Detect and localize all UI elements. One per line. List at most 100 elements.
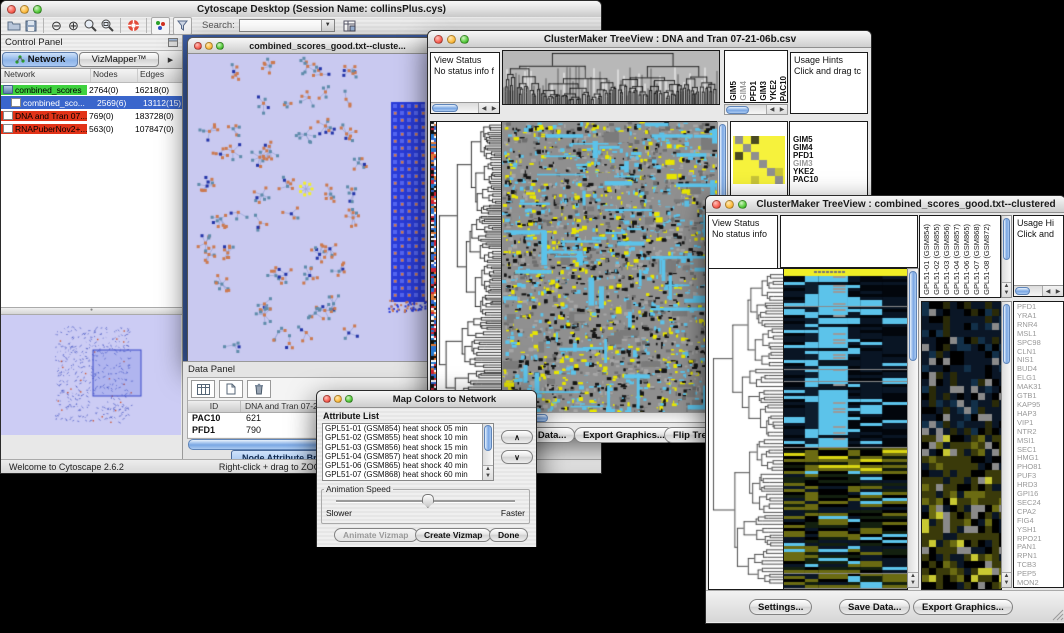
animation-speed-slider[interactable]: [336, 494, 515, 508]
tv2-hints-hscrollbar[interactable]: ◀▶: [1014, 285, 1063, 296]
tv2-column-label: GPL51-03 (GSM856): [942, 224, 951, 295]
tv1-gene-label: PAC10: [793, 176, 867, 184]
table-report-icon[interactable]: [341, 18, 358, 34]
zoom-selected-icon[interactable]: [82, 18, 99, 34]
float-panel-icon[interactable]: [168, 34, 178, 52]
toolbar-separator: [43, 18, 44, 33]
open-file-icon[interactable]: [5, 18, 22, 34]
treeview2-titlebar[interactable]: ClusterMaker TreeView : combined_scores_…: [706, 196, 1064, 213]
tv2-row-dendrogram[interactable]: [708, 268, 785, 590]
move-up-button[interactable]: ∧: [501, 430, 533, 444]
close-button[interactable]: [434, 35, 443, 44]
attribute-list-item[interactable]: GPL51-03 (GSM856) heat shock 15 min: [323, 443, 482, 452]
network-tree-row[interactable]: combined_sco... 2569(6) 13112(15): [1, 96, 182, 109]
resize-grip-icon[interactable]: [1052, 609, 1064, 621]
network-canvas[interactable]: [188, 54, 429, 361]
network-tree-row[interactable]: DNA and Tran 07... 769(0) 183728(0): [1, 109, 182, 122]
birdseye-view[interactable]: [1, 315, 181, 435]
panel-splitter[interactable]: ●: [1, 308, 182, 315]
vizmap-icon[interactable]: [151, 17, 170, 35]
attribute-list-item[interactable]: GPL51-02 (GSM855) heat shock 10 min: [323, 433, 482, 442]
filter-icon[interactable]: [173, 17, 192, 35]
zoom-in-icon[interactable]: ⊕: [65, 18, 82, 34]
tv1-column-label: PFD1: [749, 81, 758, 101]
zoom-button[interactable]: [216, 42, 224, 50]
tv1-labels-hscrollbar[interactable]: ◀▶: [724, 104, 788, 115]
network-view-window: combined_scores_good.txt--cluste...: [187, 37, 432, 363]
dialog-titlebar[interactable]: Map Colors to Network: [317, 391, 536, 408]
minimize-button[interactable]: [20, 5, 29, 14]
tv2-gene-label[interactable]: MON2: [1017, 579, 1063, 588]
attribute-list-item[interactable]: GPL51-04 (GSM857) heat shock 20 min: [323, 452, 482, 461]
move-down-button[interactable]: ∨: [501, 450, 533, 464]
tv1-column-label: YKE2: [769, 80, 778, 101]
minimize-button[interactable]: [725, 200, 734, 209]
select-attributes-icon[interactable]: [191, 380, 215, 398]
network-table-header: Network Nodes Edges: [1, 69, 182, 83]
tv1-export-graphics-button[interactable]: Export Graphics...: [574, 427, 674, 443]
delete-attribute-trash-icon[interactable]: [247, 380, 271, 398]
tv2-save-data-button[interactable]: Save Data...: [839, 599, 910, 615]
tv2-zoom-vscrollbar[interactable]: ▲▼: [1001, 301, 1012, 588]
new-attribute-icon[interactable]: [219, 380, 243, 398]
tv2-column-label: GPL51-08 (GSM872): [982, 224, 991, 295]
minimize-button[interactable]: [334, 395, 342, 403]
network-tree-row[interactable]: combined_scores 2764(0) 16218(0): [1, 83, 182, 96]
network-tree-row[interactable]: RNAPuberNov2+... 563(0) 107847(0): [1, 122, 182, 135]
tv2-heatmap[interactable]: [783, 268, 908, 590]
search-dropdown-icon[interactable]: ▼: [321, 20, 334, 31]
minimize-button[interactable]: [447, 35, 456, 44]
tv1-column-dendrogram[interactable]: [502, 50, 720, 105]
zoom-button[interactable]: [738, 200, 747, 209]
tv2-usage-hints-panel: Usage Hi Click and ◀▶: [1013, 215, 1064, 297]
network-item-icon: [11, 98, 21, 107]
close-button[interactable]: [712, 200, 721, 209]
network-item-icon: [3, 124, 13, 133]
close-button[interactable]: [7, 5, 16, 14]
tab-vizmapper[interactable]: VizMapper™: [79, 52, 159, 67]
create-vizmap-button[interactable]: Create Vizmap: [415, 528, 491, 542]
tv2-column-labels[interactable]: GPL51-01 (GSM854)GPL51-02 (GSM855)GPL51-…: [919, 215, 1001, 298]
tv1-row-dendrogram[interactable]: [436, 121, 502, 413]
dialog-title: Map Colors to Network: [353, 394, 536, 405]
cytoscape-titlebar[interactable]: Cytoscape Desktop (Session Name: collins…: [1, 1, 601, 18]
map-colors-dialog: Map Colors to Network Attribute List GPL…: [316, 390, 537, 547]
tv2-settings-button[interactable]: Settings...: [749, 599, 812, 615]
tv2-gene-list-panel[interactable]: PFD1YRA1RNR4MSL1SPC98CLN1NIS1BUD4ELG1MAK…: [1013, 301, 1064, 588]
save-icon[interactable]: [22, 18, 39, 34]
zoom-out-icon[interactable]: ⊖: [48, 18, 65, 34]
zoom-button[interactable]: [345, 395, 353, 403]
attribute-list-item[interactable]: GPL51-01 (GSM854) heat shock 05 min: [323, 424, 482, 433]
treeview2-window: ClusterMaker TreeView : combined_scores_…: [705, 195, 1064, 624]
tv2-heatmap-vscrollbar[interactable]: ▲▼: [907, 268, 919, 588]
animate-vizmap-button[interactable]: Animate Vizmap: [334, 528, 418, 542]
tv1-zoom-matrix[interactable]: [733, 136, 785, 184]
tv1-status-hscrollbar[interactable]: ◀▶: [431, 102, 499, 113]
attribute-list-vscrollbar[interactable]: ▲▼: [482, 424, 493, 480]
attribute-list[interactable]: GPL51-01 (GSM854) heat shock 05 minGPL51…: [322, 423, 494, 481]
tv2-labels-vscrollbar[interactable]: ▲▼: [1001, 215, 1012, 298]
done-button[interactable]: Done: [489, 528, 528, 542]
attribute-list-item[interactable]: GPL51-06 (GSM865) heat shock 40 min: [323, 461, 482, 470]
help-lifesaver-icon[interactable]: [125, 18, 142, 34]
tv1-heatmap[interactable]: [501, 121, 718, 413]
control-panel: Control Panel Network VizMapper™ ▶ Netwo…: [1, 35, 183, 459]
tv2-column-dendrogram[interactable]: [780, 215, 918, 268]
tab-overflow-icon[interactable]: ▶: [159, 51, 182, 68]
treeview1-titlebar[interactable]: ClusterMaker TreeView : DNA and Tran 07-…: [428, 31, 871, 48]
window-title: Cytoscape Desktop (Session Name: collins…: [42, 4, 601, 15]
close-button[interactable]: [323, 395, 331, 403]
tv2-zoom-heatmap[interactable]: [921, 301, 1002, 590]
zoom-button[interactable]: [460, 35, 469, 44]
minimize-button[interactable]: [205, 42, 213, 50]
zoom-fit-icon[interactable]: [99, 18, 116, 34]
close-button[interactable]: [194, 42, 202, 50]
search-input[interactable]: ▼: [239, 19, 335, 32]
tv2-export-graphics-button[interactable]: Export Graphics...: [913, 599, 1013, 615]
tv1-column-labels[interactable]: GIM5GIM4PFD1GIM3YKE2PAC10: [724, 50, 788, 103]
zoom-button[interactable]: [33, 5, 42, 14]
attribute-list-label: Attribute List: [323, 411, 379, 421]
slider-thumb[interactable]: [422, 494, 434, 508]
attribute-list-item[interactable]: GPL51-07 (GSM868) heat shock 60 min: [323, 470, 482, 479]
tab-network[interactable]: Network: [2, 52, 78, 67]
